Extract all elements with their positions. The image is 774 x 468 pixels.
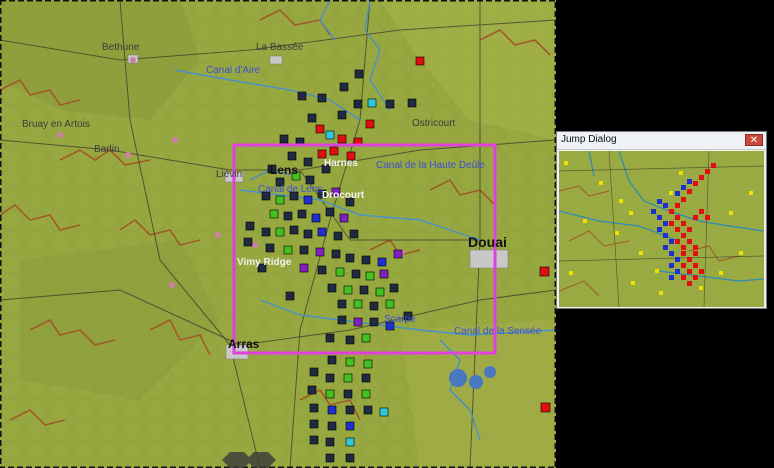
label-canal-sensee: Canal de la Sensée: [454, 326, 542, 337]
label-scarpe: Scarpe: [384, 314, 416, 325]
label-douai: Douai: [468, 234, 507, 250]
dialog-titlebar[interactable]: Jump Dialog ✕: [557, 132, 766, 150]
label-barlin: Barlin: [94, 144, 120, 155]
label-canal-aire: Canal d'Aire: [206, 65, 261, 76]
label-canal-haute-deule: Canal de la Haute Deûle: [376, 160, 485, 171]
label-bethune: Bethune: [102, 42, 140, 53]
label-la-bassee: La Bassée: [256, 42, 304, 53]
label-drocourt: Drocourt: [322, 190, 365, 201]
label-canal-lens: Canal de Lens: [258, 184, 323, 195]
jump-dialog: Jump Dialog ✕: [556, 131, 767, 309]
label-lens: Lens: [270, 163, 299, 177]
label-arras: Arras: [228, 337, 260, 351]
close-icon[interactable]: ✕: [745, 134, 763, 146]
label-harnes: Harnes: [324, 158, 358, 169]
label-oisnicourt: Ostricourt: [412, 118, 456, 129]
minimap[interactable]: [559, 151, 764, 307]
label-lievin: Liévin: [216, 169, 243, 180]
label-vimy-ridge: Vimy Ridge: [237, 257, 292, 268]
label-bruay: Bruay en Artois: [22, 119, 90, 130]
dialog-title: Jump Dialog: [561, 134, 617, 145]
